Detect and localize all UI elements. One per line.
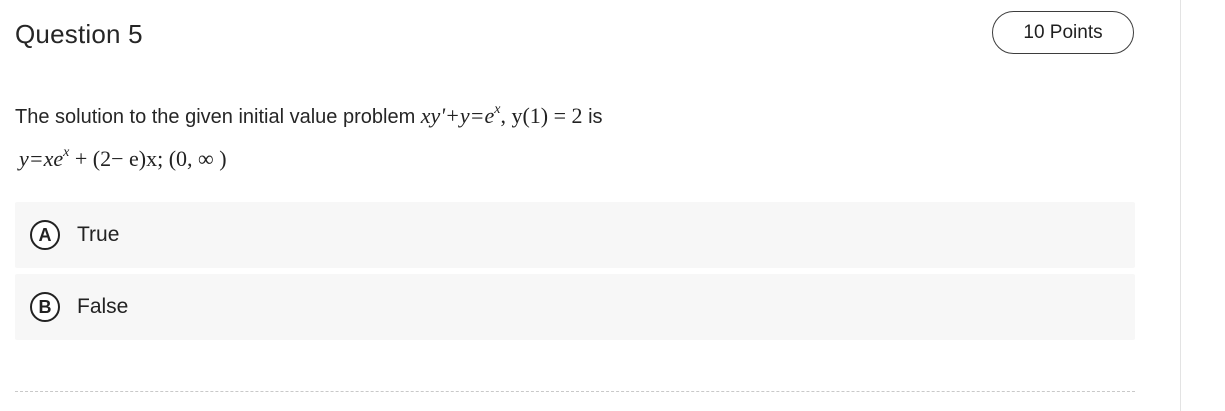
equation-condition: , y(1) = 2 (500, 103, 583, 128)
solution-expression: y=xex + (2− e)x; (0, ∞ ) (19, 144, 227, 174)
equation-main: xy'+y=e (420, 103, 495, 128)
choice-b-label: False (77, 295, 129, 318)
prompt-text-before: The solution to the given initial value … (15, 106, 421, 128)
scroll-divider (1180, 0, 1181, 411)
prompt-equation: xy'+y=ex, y(1) = 2 (420, 103, 583, 129)
prompt-text-after: is (582, 106, 603, 128)
choice-b-option[interactable]: B False (15, 274, 1135, 340)
question-title: Question 5 (15, 19, 143, 49)
question-prompt: The solution to the given initial value … (15, 101, 603, 132)
choice-a-label: True (77, 223, 120, 246)
choice-b-letter-badge: B (30, 292, 60, 322)
solution-rest: + (2− e)x; (0, ∞ ) (69, 146, 227, 171)
solution-main: y=xe (19, 146, 64, 171)
points-badge: 10 Points (992, 11, 1134, 54)
choice-a-option[interactable]: A True (15, 202, 1135, 268)
question-page: Question 5 10 Points The solution to the… (0, 0, 1225, 411)
section-divider (15, 391, 1135, 392)
choice-a-letter-badge: A (30, 220, 60, 250)
